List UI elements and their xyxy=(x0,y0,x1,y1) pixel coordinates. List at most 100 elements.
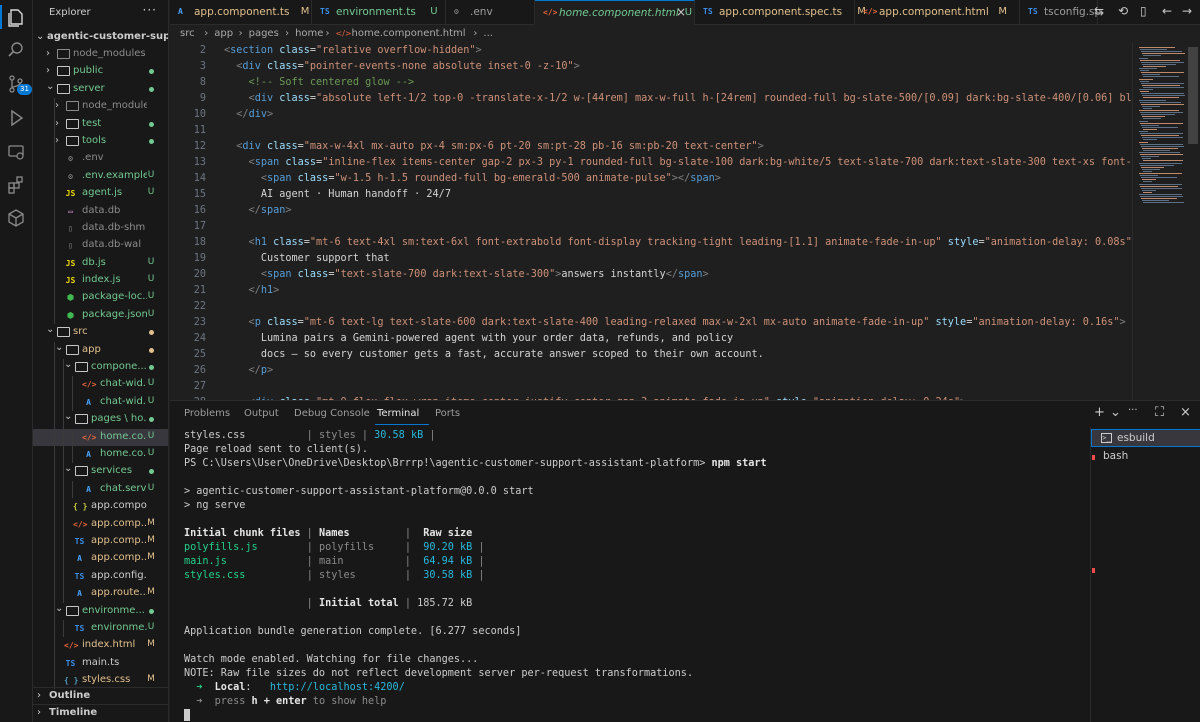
panel-tab-problems[interactable]: Problems xyxy=(184,408,230,419)
file-row[interactable]: Ahome.co...U xyxy=(33,445,168,464)
file-row[interactable]: </> app.comp... M xyxy=(33,515,168,533)
file-row[interactable]: JS agent.js U xyxy=(33,185,168,203)
file-row[interactable]: ▯ data.db-wal xyxy=(33,237,168,255)
cube-icon[interactable] xyxy=(6,208,26,228)
line-number: 11 xyxy=(193,125,206,136)
new-terminal-icon[interactable]: + xyxy=(1094,405,1105,420)
maximize-panel-icon[interactable]: ⛶ xyxy=(1155,405,1164,420)
folder-row[interactable]: ⌄ server xyxy=(33,81,168,98)
file-row[interactable]: ⬢ package.json U xyxy=(33,306,168,325)
terminal-text: | xyxy=(300,528,319,539)
panel-tab-terminal[interactable]: Terminal xyxy=(377,408,419,419)
file-row[interactable]: </>home.co...U xyxy=(33,428,168,446)
file-row[interactable]: TS app.config.ts xyxy=(33,567,168,586)
folder-row[interactable]: › node_modules xyxy=(33,46,168,63)
minimap-scrollbar[interactable] xyxy=(1188,47,1198,144)
folder-row[interactable]: › node_modules xyxy=(33,98,168,116)
breadcrumb-item[interactable]: home.component.html xyxy=(352,28,466,39)
file-row[interactable]: { }app.component... xyxy=(33,498,168,516)
minimap-line xyxy=(1141,103,1185,105)
more-actions-icon[interactable]: ··· xyxy=(1128,405,1138,416)
tab-app-component-spec-ts[interactable]: TS app.component.spec.ts M xyxy=(695,0,866,25)
split-compare-icon[interactable]: ⇆ xyxy=(1094,4,1104,18)
typescript-file-icon: TS xyxy=(74,623,85,633)
arrow-right-icon[interactable]: → xyxy=(1182,4,1192,18)
folder-row[interactable]: › test xyxy=(33,115,168,133)
file-row[interactable]: ⬢ package-loc... U xyxy=(33,289,168,307)
panel-tab-debug-console[interactable]: Debug Console xyxy=(294,408,370,419)
file-row[interactable]: TS app.comp... M xyxy=(33,532,168,551)
search-icon[interactable] xyxy=(6,40,26,60)
minimap[interactable] xyxy=(1132,43,1200,400)
tab-tsconfig-sp[interactable]: TS tsconfig.sp xyxy=(1020,0,1101,25)
file-row[interactable]: Aapp.route... M xyxy=(33,585,168,603)
chevron-right-icon: › xyxy=(46,65,50,77)
file-row[interactable]: ⚙ .env xyxy=(33,150,168,168)
files-icon[interactable] xyxy=(6,8,26,28)
html-file-icon: </> xyxy=(863,7,878,16)
folder-row[interactable]: ⌄ environme... xyxy=(33,602,168,620)
tab-environment-ts[interactable]: TS environment.ts U xyxy=(312,0,446,25)
minimap-line xyxy=(1139,152,1181,153)
remote-explorer-icon[interactable] xyxy=(6,142,26,162)
chevron-down-icon[interactable]: ⌄ xyxy=(1110,405,1121,420)
terminal-instance-esbuild[interactable]: >_ esbuild xyxy=(1091,429,1200,447)
extensions-icon[interactable] xyxy=(6,175,26,195)
breadcrumb-item[interactable]: src xyxy=(180,28,195,39)
status-dot xyxy=(148,608,154,614)
file-name: app.comp... xyxy=(91,517,147,529)
file-row[interactable]: ▭ data.db xyxy=(33,202,168,220)
breadcrumb-item[interactable]: home xyxy=(295,28,323,39)
file-row[interactable]: TS environme...U xyxy=(33,619,168,638)
folder-row[interactable]: ⌄ pages \ ho... xyxy=(33,411,168,429)
file-name: main.ts xyxy=(82,656,120,668)
source-control-icon[interactable]: 31 xyxy=(6,74,32,95)
terminal-text: 30.58 kB xyxy=(374,430,424,441)
timeline-section[interactable]: › Timeline xyxy=(33,704,168,721)
open-changes-icon[interactable]: ⟲ xyxy=(1118,4,1128,18)
tab-home-component-html[interactable]: </> home.component.html U × xyxy=(535,0,695,25)
code-token: div xyxy=(248,109,267,120)
folder-row[interactable]: › public xyxy=(33,63,168,80)
run-debug-icon[interactable] xyxy=(6,108,26,128)
terminal-output[interactable]: styles.css | styles | 30.58 kB | Page rel… xyxy=(184,429,1084,722)
minimap-line xyxy=(1143,139,1158,141)
breadcrumb-item[interactable]: app xyxy=(214,28,233,39)
close-panel-icon[interactable]: × xyxy=(1180,405,1191,420)
folder-row[interactable]: ⌄ compone... xyxy=(33,359,168,377)
folder-row[interactable]: ⌄ services xyxy=(33,463,168,481)
tab-app-component-ts[interactable]: Aapp.component.ts M xyxy=(170,0,312,25)
code-editor[interactable]: 2 <section class="relative overflow-hidde… xyxy=(170,43,1132,400)
file-row[interactable]: Achat.servi...U xyxy=(33,480,168,499)
terminal-instance-bash[interactable]: bash xyxy=(1091,448,1200,466)
file-row[interactable]: JS db.js U xyxy=(33,254,168,273)
folder-row[interactable]: › tools xyxy=(33,132,168,151)
tab--env[interactable]: ⚙ .env xyxy=(446,0,535,25)
folder-row[interactable]: ⌄ src xyxy=(33,324,168,341)
file-row[interactable]: TS main.ts xyxy=(33,654,168,673)
split-editor-icon[interactable]: ▯ xyxy=(1140,4,1147,18)
panel-tab-output[interactable]: Output xyxy=(244,408,279,419)
terminal-text: ➜ xyxy=(184,682,215,693)
file-row[interactable]: ▯ data.db-shm xyxy=(33,219,168,238)
workspace-root[interactable]: ⌄ agentic-customer-suppor... xyxy=(33,29,168,46)
minimap-line xyxy=(1140,175,1158,177)
breadcrumb-item[interactable]: pages xyxy=(249,28,279,39)
file-row[interactable]: </>chat-wid...U xyxy=(33,376,168,394)
tab-app-component-html[interactable]: </> app.component.html M xyxy=(855,0,1020,25)
folder-row[interactable]: ⌄ app xyxy=(33,341,168,360)
close-icon[interactable]: × xyxy=(676,5,686,19)
file-row[interactable]: ⚙ .env.example U xyxy=(33,167,168,186)
file-row[interactable]: Aapp.comp... M xyxy=(33,550,168,568)
arrow-left-icon[interactable]: ← xyxy=(1162,4,1172,18)
indent-guide xyxy=(54,480,55,499)
file-row[interactable]: Achat-wid...U xyxy=(33,393,168,412)
panel-tab-ports[interactable]: Ports xyxy=(435,408,460,419)
file-row[interactable]: </> index.html M xyxy=(33,637,168,655)
git-status: U xyxy=(147,378,155,389)
breadcrumb-item[interactable]: ... xyxy=(483,28,493,39)
file-row[interactable]: JS index.js U xyxy=(33,272,168,290)
outline-section[interactable]: › Outline xyxy=(33,687,168,704)
more-actions-icon[interactable]: ··· xyxy=(143,3,157,17)
